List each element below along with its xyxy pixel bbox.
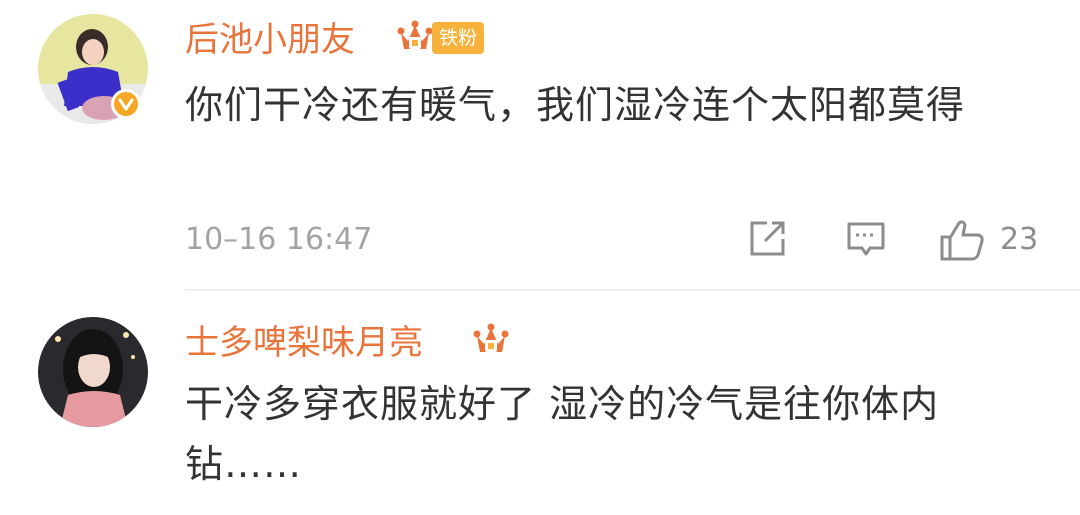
like-count: 23 [1000,222,1039,257]
comment-item: 后池小朋友 铁粉 你们干冷还有暖气，我们湿冷连个太阳都莫得 10–16 16:4… [0,0,1080,290]
share-icon[interactable] [745,217,789,265]
comment-text: 干冷多穿衣服就好了 湿冷的冷气是往你体内钻…… [185,382,940,486]
comment-item: 士多啤梨味月亮 干冷多穿衣服就好了 湿冷的冷气是往你体内钻…… [0,291,1080,515]
crown-icon [473,322,509,360]
verified-badge-icon [111,89,141,119]
comment-text: 你们干冷还有暖气，我们湿冷连个太阳都莫得 [185,83,966,127]
fan-badge: 铁粉 [432,22,485,54]
avatar[interactable] [38,317,148,427]
crown-icon [397,19,433,57]
timestamp: 10–16 16:47 [185,222,373,257]
username[interactable]: 士多啤梨味月亮 [185,323,423,363]
reply-icon[interactable] [844,217,888,265]
thumbs-up-icon[interactable] [938,217,986,267]
username[interactable]: 后池小朋友 [185,20,355,60]
